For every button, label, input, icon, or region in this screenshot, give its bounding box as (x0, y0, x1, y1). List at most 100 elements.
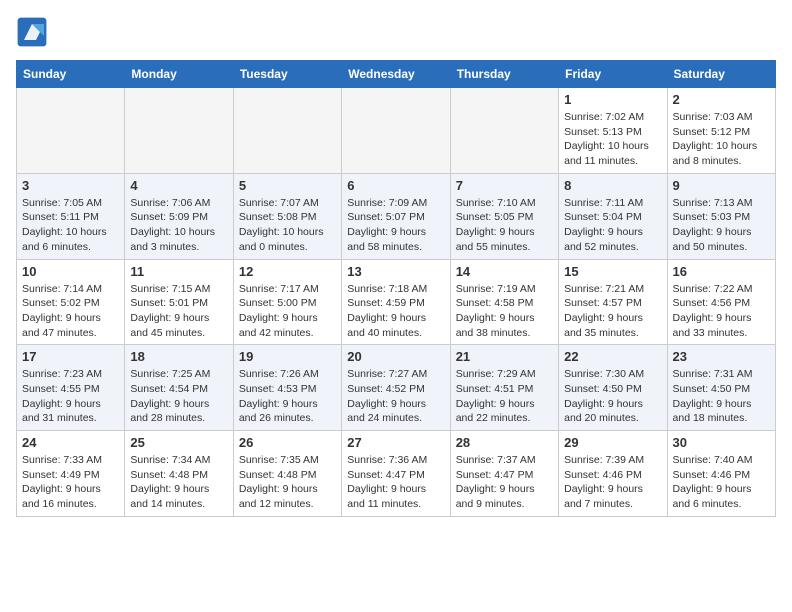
day-cell: 22Sunrise: 7:30 AM Sunset: 4:50 PM Dayli… (559, 345, 667, 431)
day-number: 18 (130, 349, 227, 364)
day-cell: 10Sunrise: 7:14 AM Sunset: 5:02 PM Dayli… (17, 259, 125, 345)
day-cell: 9 Sunrise: 7:13 AM Sunset: 5:03 PM Daylig… (667, 173, 775, 259)
weekday-header-tuesday: Tuesday (233, 61, 341, 88)
day-number: 19 (239, 349, 336, 364)
day-info: Sunrise: 7:33 AM Sunset: 4:49 PM Dayligh… (22, 453, 119, 512)
day-cell: 4 Sunrise: 7:06 AM Sunset: 5:09 PM Daylig… (125, 173, 233, 259)
header (16, 16, 776, 48)
day-cell: 17Sunrise: 7:23 AM Sunset: 4:55 PM Dayli… (17, 345, 125, 431)
week-row-1: 3 Sunrise: 7:05 AM Sunset: 5:11 PM Daylig… (17, 173, 776, 259)
day-cell: 8 Sunrise: 7:11 AM Sunset: 5:04 PM Daylig… (559, 173, 667, 259)
day-cell: 14 Sunrise: 7:19 AM Sunset: 4:58 PM Dayli… (450, 259, 558, 345)
day-info: Sunrise: 7:07 AM Sunset: 5:08 PM Dayligh… (239, 196, 336, 255)
day-number: 25 (130, 435, 227, 450)
day-number: 13 (347, 264, 444, 279)
day-number: 20 (347, 349, 444, 364)
day-number: 1 (564, 92, 661, 107)
day-info: Sunrise: 7:15 AM Sunset: 5:01 PM Dayligh… (130, 282, 227, 341)
day-cell: 29 Sunrise: 7:39 AM Sunset: 4:46 PM Dayli… (559, 431, 667, 517)
day-cell: 15 Sunrise: 7:21 AM Sunset: 4:57 PM Dayli… (559, 259, 667, 345)
day-cell (342, 88, 450, 174)
weekday-header-thursday: Thursday (450, 61, 558, 88)
day-cell: 18 Sunrise: 7:25 AM Sunset: 4:54 PM Dayli… (125, 345, 233, 431)
day-info: Sunrise: 7:11 AM Sunset: 5:04 PM Dayligh… (564, 196, 661, 255)
day-cell: 3 Sunrise: 7:05 AM Sunset: 5:11 PM Daylig… (17, 173, 125, 259)
day-number: 3 (22, 178, 119, 193)
day-number: 14 (456, 264, 553, 279)
logo (16, 16, 52, 48)
day-number: 9 (673, 178, 770, 193)
day-info: Sunrise: 7:29 AM Sunset: 4:51 PM Dayligh… (456, 367, 553, 426)
weekday-header-row: SundayMondayTuesdayWednesdayThursdayFrid… (17, 61, 776, 88)
day-number: 23 (673, 349, 770, 364)
day-number: 8 (564, 178, 661, 193)
day-cell: 7Sunrise: 7:10 AM Sunset: 5:05 PM Daylig… (450, 173, 558, 259)
weekday-header-saturday: Saturday (667, 61, 775, 88)
day-cell: 16Sunrise: 7:22 AM Sunset: 4:56 PM Dayli… (667, 259, 775, 345)
day-info: Sunrise: 7:40 AM Sunset: 4:46 PM Dayligh… (673, 453, 770, 512)
day-number: 6 (347, 178, 444, 193)
logo-icon (16, 16, 48, 48)
day-info: Sunrise: 7:19 AM Sunset: 4:58 PM Dayligh… (456, 282, 553, 341)
day-info: Sunrise: 7:35 AM Sunset: 4:48 PM Dayligh… (239, 453, 336, 512)
day-number: 15 (564, 264, 661, 279)
day-info: Sunrise: 7:21 AM Sunset: 4:57 PM Dayligh… (564, 282, 661, 341)
calendar: SundayMondayTuesdayWednesdayThursdayFrid… (16, 60, 776, 517)
weekday-header-wednesday: Wednesday (342, 61, 450, 88)
day-info: Sunrise: 7:26 AM Sunset: 4:53 PM Dayligh… (239, 367, 336, 426)
day-number: 22 (564, 349, 661, 364)
day-number: 24 (22, 435, 119, 450)
day-info: Sunrise: 7:06 AM Sunset: 5:09 PM Dayligh… (130, 196, 227, 255)
day-cell: 24 Sunrise: 7:33 AM Sunset: 4:49 PM Dayli… (17, 431, 125, 517)
day-number: 21 (456, 349, 553, 364)
day-number: 5 (239, 178, 336, 193)
day-info: Sunrise: 7:37 AM Sunset: 4:47 PM Dayligh… (456, 453, 553, 512)
day-info: Sunrise: 7:31 AM Sunset: 4:50 PM Dayligh… (673, 367, 770, 426)
week-row-0: 1 Sunrise: 7:02 AM Sunset: 5:13 PM Daylig… (17, 88, 776, 174)
week-row-2: 10Sunrise: 7:14 AM Sunset: 5:02 PM Dayli… (17, 259, 776, 345)
day-number: 27 (347, 435, 444, 450)
day-cell: 13 Sunrise: 7:18 AM Sunset: 4:59 PM Dayli… (342, 259, 450, 345)
day-cell: 26 Sunrise: 7:35 AM Sunset: 4:48 PM Dayli… (233, 431, 341, 517)
day-info: Sunrise: 7:05 AM Sunset: 5:11 PM Dayligh… (22, 196, 119, 255)
day-number: 17 (22, 349, 119, 364)
weekday-header-monday: Monday (125, 61, 233, 88)
day-cell: 11 Sunrise: 7:15 AM Sunset: 5:01 PM Dayli… (125, 259, 233, 345)
day-info: Sunrise: 7:02 AM Sunset: 5:13 PM Dayligh… (564, 110, 661, 169)
day-info: Sunrise: 7:14 AM Sunset: 5:02 PM Dayligh… (22, 282, 119, 341)
day-number: 12 (239, 264, 336, 279)
day-cell: 5 Sunrise: 7:07 AM Sunset: 5:08 PM Daylig… (233, 173, 341, 259)
day-cell: 6 Sunrise: 7:09 AM Sunset: 5:07 PM Daylig… (342, 173, 450, 259)
day-info: Sunrise: 7:10 AM Sunset: 5:05 PM Dayligh… (456, 196, 553, 255)
day-number: 28 (456, 435, 553, 450)
day-info: Sunrise: 7:09 AM Sunset: 5:07 PM Dayligh… (347, 196, 444, 255)
day-cell: 19 Sunrise: 7:26 AM Sunset: 4:53 PM Dayli… (233, 345, 341, 431)
weekday-header-sunday: Sunday (17, 61, 125, 88)
day-cell: 21 Sunrise: 7:29 AM Sunset: 4:51 PM Dayli… (450, 345, 558, 431)
day-cell: 30 Sunrise: 7:40 AM Sunset: 4:46 PM Dayli… (667, 431, 775, 517)
day-cell: 12 Sunrise: 7:17 AM Sunset: 5:00 PM Dayli… (233, 259, 341, 345)
day-number: 26 (239, 435, 336, 450)
day-info: Sunrise: 7:36 AM Sunset: 4:47 PM Dayligh… (347, 453, 444, 512)
day-number: 11 (130, 264, 227, 279)
day-cell: 27 Sunrise: 7:36 AM Sunset: 4:47 PM Dayli… (342, 431, 450, 517)
day-info: Sunrise: 7:27 AM Sunset: 4:52 PM Dayligh… (347, 367, 444, 426)
day-number: 30 (673, 435, 770, 450)
day-info: Sunrise: 7:34 AM Sunset: 4:48 PM Dayligh… (130, 453, 227, 512)
day-info: Sunrise: 7:25 AM Sunset: 4:54 PM Dayligh… (130, 367, 227, 426)
day-cell (450, 88, 558, 174)
day-number: 16 (673, 264, 770, 279)
day-cell: 23 Sunrise: 7:31 AM Sunset: 4:50 PM Dayli… (667, 345, 775, 431)
day-number: 29 (564, 435, 661, 450)
day-cell: 2Sunrise: 7:03 AM Sunset: 5:12 PM Daylig… (667, 88, 775, 174)
day-cell (125, 88, 233, 174)
week-row-3: 17Sunrise: 7:23 AM Sunset: 4:55 PM Dayli… (17, 345, 776, 431)
day-cell (233, 88, 341, 174)
day-cell: 25 Sunrise: 7:34 AM Sunset: 4:48 PM Dayli… (125, 431, 233, 517)
day-number: 4 (130, 178, 227, 193)
day-cell: 20 Sunrise: 7:27 AM Sunset: 4:52 PM Dayli… (342, 345, 450, 431)
day-info: Sunrise: 7:39 AM Sunset: 4:46 PM Dayligh… (564, 453, 661, 512)
day-info: Sunrise: 7:17 AM Sunset: 5:00 PM Dayligh… (239, 282, 336, 341)
day-info: Sunrise: 7:18 AM Sunset: 4:59 PM Dayligh… (347, 282, 444, 341)
day-info: Sunrise: 7:13 AM Sunset: 5:03 PM Dayligh… (673, 196, 770, 255)
